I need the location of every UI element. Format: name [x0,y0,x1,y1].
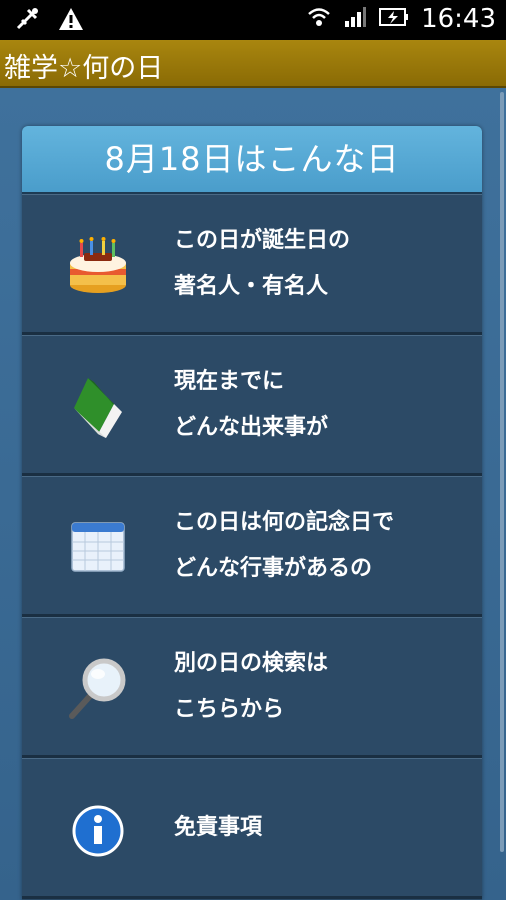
signal-icon [343,5,367,33]
status-bar: 16:43 [0,0,506,40]
date-header: 8月18日はこんな日 [22,126,482,194]
menu-item-label: 現在までに どんな出来事が [174,336,328,473]
menu-item-label: この日は何の記念日で どんな行事があるの [174,477,394,614]
menu-card: 8月18日はこんな日 この日が誕生日の 著名人・有名人 現在までに どんな出来事… [22,126,482,900]
scrollbar[interactable] [500,92,504,852]
wifi-icon [307,5,331,33]
menu-item-label: この日が誕生日の 著名人・有名人 [174,195,350,332]
label-line-2: こちらから [174,696,285,722]
menu-item-label: 別の日の検索は こちらから [174,618,328,755]
app-title: 雑学☆何の日 [4,53,164,84]
menu-item-birthdays[interactable]: この日が誕生日の 著名人・有名人 [22,194,482,335]
app-title-bar: 雑学☆何の日 [0,40,506,88]
label-line-1: 別の日の検索は [174,650,329,676]
birthday-cake-icon [66,233,130,297]
menu-item-disclaimer[interactable]: 免責事項 [22,758,482,899]
battery-charging-icon [379,6,409,32]
clock: 16:43 [421,4,496,34]
label-line-2: どんな出来事が [174,414,329,440]
menu-item-search[interactable]: 別の日の検索は こちらから [22,617,482,758]
label-line-1: 現在までに [174,368,285,394]
menu-item-label: 免責事項 [174,759,262,896]
green-book-icon [66,374,130,438]
magnifier-icon [66,656,130,720]
label-line-2: どんな行事があるの [174,555,373,581]
label-line-1: 免責事項 [174,814,263,840]
info-icon [66,797,130,861]
menu-item-anniversaries[interactable]: この日は何の記念日で どんな行事があるの [22,476,482,617]
label-line-2: 著名人・有名人 [174,273,329,299]
label-line-1: この日が誕生日の [174,227,351,253]
calendar-icon [66,515,130,579]
warning-icon [58,7,84,35]
label-line-1: この日は何の記念日で [174,509,395,535]
usb-debug-icon [14,6,40,36]
menu-item-events[interactable]: 現在までに どんな出来事が [22,335,482,476]
